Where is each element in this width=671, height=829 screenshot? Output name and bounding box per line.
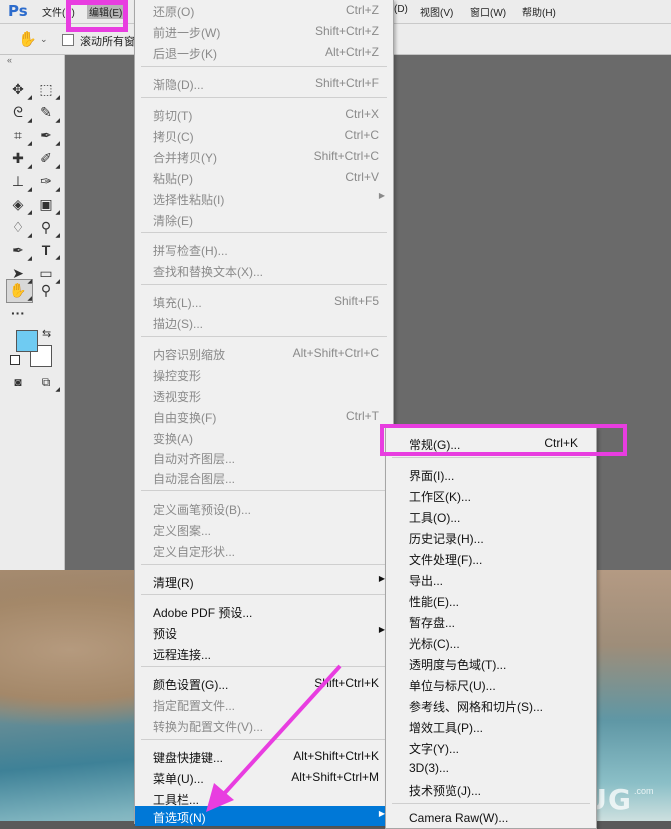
annotation-arrow-shaft (220, 664, 342, 798)
annotation-arrow (206, 664, 342, 812)
